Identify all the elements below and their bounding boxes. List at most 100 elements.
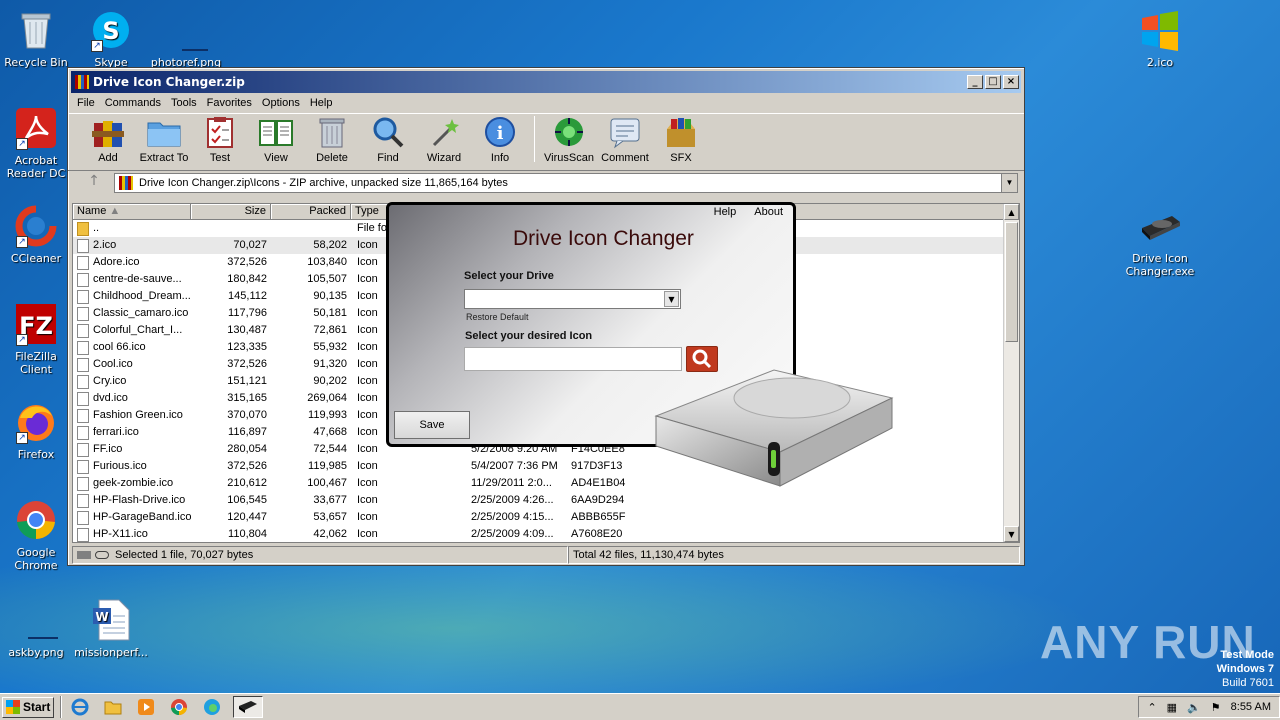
- clock[interactable]: 8:55 AM: [1231, 701, 1271, 713]
- dialog-menu-about[interactable]: About: [754, 206, 783, 218]
- minimize-button[interactable]: _: [967, 75, 983, 89]
- desktop-icon-photoref[interactable]: photoref.png: [148, 8, 225, 69]
- table-row[interactable]: HP-Flash-Drive.ico 106,545 33,677 Icon 2/25/…: [73, 492, 1019, 509]
- hard-drive-icon: [654, 369, 894, 487]
- find-button[interactable]: Find: [360, 115, 416, 164]
- media-player-launch-button[interactable]: [134, 696, 158, 718]
- desktop-icon-label: Recycle Bin: [4, 56, 68, 69]
- save-button[interactable]: Save: [394, 411, 470, 439]
- up-folder-button[interactable]: ↑: [74, 173, 114, 193]
- path-field[interactable]: Drive Icon Changer.zip\Icons - ZIP archi…: [114, 173, 1018, 193]
- desktop-icon-label: Google Chrome: [14, 546, 58, 572]
- delete-button[interactable]: Delete: [304, 115, 360, 164]
- maximize-button[interactable]: □: [985, 75, 1001, 89]
- file-name-text: Furious.ico: [93, 460, 147, 472]
- explorer-launch-button[interactable]: [101, 696, 125, 718]
- wizard-button[interactable]: Wizard: [416, 115, 472, 164]
- ie-launch-button[interactable]: [68, 696, 92, 718]
- column-packed[interactable]: Packed: [271, 204, 351, 219]
- desktop-icon-recycle-bin[interactable]: Recycle Bin: [0, 8, 74, 69]
- file-size-cell: 315,165: [227, 392, 267, 404]
- file-modified-cell: 5/4/2007 7:36 PM: [471, 460, 558, 472]
- desktop-icon-label: 2.ico: [1146, 56, 1174, 69]
- chrome-launch-button[interactable]: [167, 696, 191, 718]
- status-total-text: Total 42 files, 11,130,474 bytes: [568, 546, 1020, 564]
- sfx-button[interactable]: SFX: [653, 115, 709, 164]
- vertical-scrollbar[interactable]: ▲ ▼: [1003, 204, 1019, 542]
- shortcut-arrow-icon: ↗: [91, 40, 103, 52]
- virusscan-button[interactable]: VirusScan: [541, 115, 597, 164]
- chevron-up-icon[interactable]: ⌃: [1147, 701, 1156, 714]
- dialog-menu: Help About: [714, 206, 783, 218]
- desktop-icon-acrobat[interactable]: ↗ Acrobat Reader DC: [0, 106, 74, 180]
- restore-default-link[interactable]: Restore Default: [466, 312, 529, 322]
- desktop-icon-filezilla[interactable]: FZ ↗ FileZilla Client: [0, 302, 74, 376]
- file-type-cell: Icon: [357, 494, 378, 506]
- view-button[interactable]: View: [248, 115, 304, 164]
- file-name-cell: dvd.ico: [73, 390, 191, 407]
- add-button[interactable]: Add: [80, 115, 136, 164]
- test-button[interactable]: Test: [192, 115, 248, 164]
- action-center-flag-icon[interactable]: ⚑: [1211, 701, 1221, 714]
- extract-folder-icon: [146, 115, 182, 149]
- desktop-icon-ccleaner[interactable]: ↗ CCleaner: [0, 204, 74, 265]
- key-icon: [95, 551, 109, 559]
- desktop-icon-drive-icon-changer[interactable]: Drive Icon Changer.exe: [1122, 204, 1198, 278]
- column-name[interactable]: Name ▲: [73, 204, 191, 219]
- scroll-down-icon[interactable]: ▼: [1004, 526, 1019, 542]
- shortcut-arrow-icon: ↗: [16, 138, 28, 150]
- table-row[interactable]: HP-GarageBand.ico 120,447 53,657 Icon 2/25/2…: [73, 509, 1019, 526]
- media-player-icon: [138, 699, 154, 715]
- drive-icon-changer-task-button[interactable]: [233, 696, 263, 718]
- file-packed-cell: 105,507: [307, 273, 347, 285]
- drive-select[interactable]: ▼: [464, 289, 681, 309]
- desktop-icon-firefox[interactable]: ↗ Firefox: [0, 400, 74, 461]
- trash-icon: [314, 115, 350, 149]
- file-name-text: HP-GarageBand.ico: [93, 511, 191, 523]
- recycle-bin-icon: [14, 8, 58, 52]
- icon-path-field[interactable]: [464, 347, 682, 371]
- extract-to-button[interactable]: Extract To: [136, 115, 192, 164]
- file-icon: [77, 459, 89, 474]
- desktop-icon-missionperf[interactable]: W missionperf...: [73, 598, 149, 659]
- menu-options[interactable]: Options: [257, 97, 305, 109]
- scroll-up-icon[interactable]: ▲: [1004, 204, 1019, 220]
- file-icon: [77, 527, 89, 542]
- info-button[interactable]: i Info: [472, 115, 528, 164]
- file-name-text: centre-de-sauve...: [93, 273, 182, 285]
- dialog-menu-help[interactable]: Help: [714, 206, 737, 218]
- desktop-icon-askby[interactable]: askby.png: [0, 598, 74, 659]
- tool-label: Add: [98, 152, 118, 164]
- menu-commands[interactable]: Commands: [100, 97, 166, 109]
- menu-favorites[interactable]: Favorites: [202, 97, 257, 109]
- network-icon[interactable]: ▦: [1167, 701, 1177, 714]
- scroll-thumb[interactable]: [1005, 222, 1018, 342]
- desktop-icon-2ico[interactable]: 2.ico: [1122, 8, 1198, 69]
- shortcut-arrow-icon: ↗: [16, 334, 28, 346]
- chevron-down-icon[interactable]: ▼: [1001, 174, 1017, 192]
- menu-file[interactable]: File: [72, 97, 100, 109]
- column-size[interactable]: Size: [191, 204, 271, 219]
- file-modified-cell: 11/29/2011 2:0...: [471, 477, 552, 489]
- menu-tools[interactable]: Tools: [166, 97, 202, 109]
- image-file-icon: [14, 598, 74, 642]
- winrar-titlebar[interactable]: Drive Icon Changer.zip _ □ ×: [71, 71, 1021, 93]
- chevron-down-icon[interactable]: ▼: [664, 291, 679, 307]
- ccleaner-icon: ↗: [14, 204, 58, 248]
- comment-button[interactable]: Comment: [597, 115, 653, 164]
- table-row[interactable]: HP-X11.ico 110,804 42,062 Icon 2/25/2009 4:0…: [73, 526, 1019, 543]
- file-size-cell: 280,054: [227, 443, 267, 455]
- start-button[interactable]: Start: [2, 696, 54, 718]
- desktop-icon-skype[interactable]: S ↗ Skype: [73, 8, 149, 69]
- file-name-cell: HP-GarageBand.ico: [73, 509, 191, 526]
- menu-help[interactable]: Help: [305, 97, 338, 109]
- edge-icon: [204, 699, 220, 715]
- edge-launch-button[interactable]: [200, 696, 224, 718]
- desktop-icon-chrome[interactable]: Google Chrome: [0, 498, 74, 572]
- path-text: Drive Icon Changer.zip\Icons - ZIP archi…: [139, 177, 508, 189]
- file-crc-cell: AD4E1B04: [571, 477, 626, 489]
- file-type-cell: Icon: [357, 477, 378, 489]
- status-bar: Selected 1 file, 70,027 bytes Total 42 f…: [72, 546, 1020, 564]
- close-button[interactable]: ×: [1003, 75, 1019, 89]
- volume-icon[interactable]: 🔈: [1187, 701, 1201, 714]
